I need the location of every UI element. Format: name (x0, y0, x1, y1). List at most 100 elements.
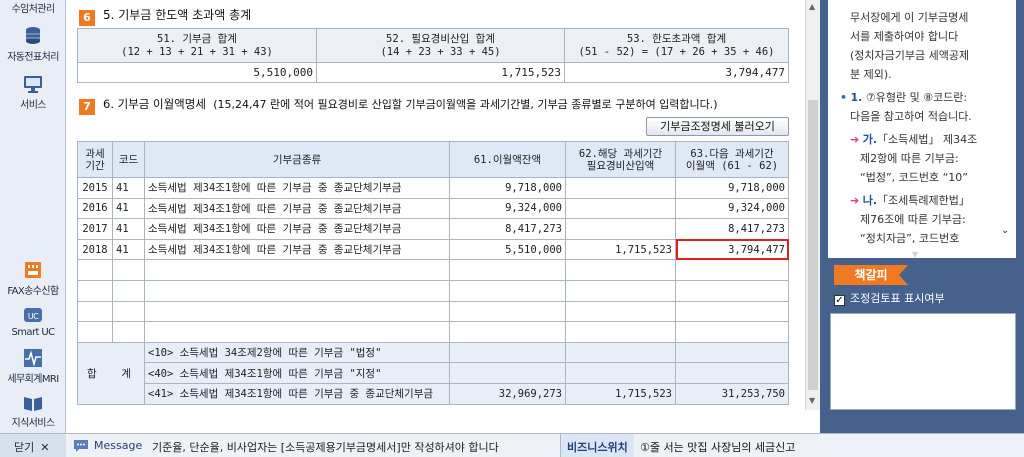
scroll-down-icon[interactable]: ▼ (809, 396, 815, 405)
section6-title-text: 6. 기부금 이월액명세 (103, 97, 206, 111)
total-label-char: 합 (87, 367, 101, 380)
carryover-cell-selected[interactable]: 3,794,477 (675, 238, 789, 261)
toolbar-item-service[interactable]: 서비스 (0, 74, 66, 111)
empty-cell[interactable] (565, 300, 676, 323)
section6-note: (15,24,47 란에 적어 필요경비로 산입할 기부금이월액을 과세기간별,… (213, 98, 718, 111)
arrow-icon: ➜ (850, 194, 860, 207)
help-line: 무서장에게 이 기부금명세 (850, 11, 969, 24)
empty-cell[interactable] (449, 300, 566, 323)
status-bar: Message 기준율, 단순율, 비사업자는 [소득공제용기부금명세서]만 작… (66, 433, 1024, 457)
empty-row (77, 259, 789, 281)
kind-cell[interactable]: 소득세법 제34조1항에 따른 기부금 중 종교단체기부금 (144, 197, 450, 220)
toolbar-item-tax-mri[interactable]: 세무회계MRI (0, 348, 66, 385)
main-scrollbar[interactable]: ▲ ▼ (805, 0, 820, 410)
main-form: 6 5. 기부금 한도액 초과액 총계 51. 기부금 합계 (12 + 13 + … (67, 0, 807, 433)
empty-cell[interactable] (77, 300, 113, 323)
empty-cell[interactable] (675, 321, 789, 343)
help-line: “정치자금”, 코드번호 (860, 232, 960, 245)
balance-cell[interactable]: 5,510,000 (449, 238, 566, 261)
code-cell[interactable]: 41 (112, 177, 145, 199)
deduction-cell[interactable] (565, 197, 676, 220)
uc-icon: UC (24, 308, 42, 322)
scrollbar-thumb[interactable] (808, 100, 818, 390)
empty-row (77, 300, 789, 323)
empty-cell[interactable] (144, 279, 450, 302)
empty-cell[interactable] (675, 259, 789, 281)
empty-cell[interactable] (77, 279, 113, 302)
business-switch-label[interactable]: 비즈니스위치 (560, 434, 634, 457)
total-kind-cell: <41> 소득세법 제34조1항에 따른 기부금 중 종교단체기부금 (144, 382, 450, 405)
header-line: 과세 (85, 147, 105, 160)
empty-cell[interactable] (449, 321, 566, 343)
load-donation-adjustment-button[interactable]: 기부금조정명세 불러오기 (646, 117, 789, 136)
empty-cell[interactable] (77, 321, 113, 343)
table-row: 2015 41 소득세법 제34조1항에 따른 기부금 중 종교단체기부금 9,… (77, 177, 789, 199)
kind-cell[interactable]: 소득세법 제34조1항에 따른 기부금 중 종교단체기부금 (144, 177, 450, 199)
kind-cell[interactable]: 소득세법 제34조1항에 따른 기부금 중 종교단체기부금 (144, 218, 450, 240)
total-excess-cell[interactable]: 3,794,477 (564, 62, 789, 83)
checkbox-checked[interactable]: ✓ (834, 295, 845, 306)
balance-cell[interactable]: 9,324,000 (449, 197, 566, 220)
toolbar-item-knowledge[interactable]: 지식서비스 (0, 394, 66, 429)
section5-title: 6 5. 기부금 한도액 초과액 총계 (79, 6, 251, 26)
toolbar-item-fax[interactable]: FAX송수신함 (0, 260, 66, 297)
help-scroll-chevron-icon[interactable]: ⌄ (1001, 225, 1009, 236)
total-kind-cell: <10> 소득세법 34조제2항에 따른 기부금 "법정" (144, 341, 450, 364)
kind-cell[interactable]: 소득세법 제34조1항에 따른 기부금 중 종교단체기부금 (144, 238, 450, 261)
code-cell[interactable]: 41 (112, 238, 145, 261)
empty-cell[interactable] (675, 279, 789, 302)
toolbar-item-label: FAX송수신함 (7, 286, 59, 297)
empty-cell[interactable] (144, 259, 450, 281)
close-panel-button[interactable]: 닫기 ✕ (0, 433, 66, 457)
message-bubble-icon (74, 440, 88, 452)
empty-cell[interactable] (112, 321, 145, 343)
toolbar-item-label: 수임처관리 (11, 4, 55, 15)
news-ticker-link[interactable]: ①줄 서는 맛집 사장님의 세금신고 (640, 439, 795, 455)
year-cell[interactable]: 2015 (77, 177, 113, 199)
total-deduction-cell[interactable]: 1,715,523 (316, 62, 565, 83)
help-sub-mark: 가. (862, 133, 878, 146)
code-cell[interactable]: 41 (112, 218, 145, 240)
year-cell[interactable]: 2017 (77, 218, 113, 240)
help-line: 제2항에 따른 기부금: (860, 152, 959, 165)
bookmark-tab[interactable]: 책갈피 (834, 265, 908, 285)
empty-cell[interactable] (565, 259, 676, 281)
empty-cell[interactable] (112, 300, 145, 323)
carryover-cell[interactable]: 9,324,000 (675, 197, 789, 220)
empty-cell[interactable] (144, 300, 450, 323)
deduction-cell[interactable] (565, 218, 676, 240)
empty-cell[interactable] (77, 259, 113, 281)
toolbar-item-auto-journal[interactable]: 자동전표처리 (0, 26, 66, 63)
toolbar-item-client-manage[interactable]: 수임처관리 (0, 0, 66, 15)
header-line: 필요경비산입액 (586, 159, 655, 172)
empty-cell[interactable] (675, 300, 789, 323)
total-row: <40> 소득세법 제34조1항에 따른 기부금 "지정" (78, 362, 789, 384)
code-cell[interactable]: 41 (112, 197, 145, 220)
empty-cell[interactable] (449, 279, 566, 302)
balance-cell[interactable]: 9,718,000 (449, 177, 566, 199)
empty-cell[interactable] (565, 321, 676, 343)
help-sub-mark: 나. (862, 194, 878, 207)
year-cell[interactable]: 2016 (77, 197, 113, 220)
carryover-cell[interactable]: 9,718,000 (675, 177, 789, 199)
empty-cell[interactable] (112, 279, 145, 302)
empty-cell[interactable] (144, 321, 450, 343)
year-cell[interactable]: 2018 (77, 238, 113, 261)
deduction-cell[interactable] (565, 177, 676, 199)
total-donation-cell[interactable]: 5,510,000 (77, 62, 317, 83)
review-table-toggle[interactable]: ✓ 조정검토표 표시여부 (834, 290, 945, 306)
empty-cell[interactable] (565, 279, 676, 302)
deduction-cell[interactable]: 1,715,523 (565, 238, 676, 261)
col51-header: 51. 기부금 합계 (12 + 13 + 21 + 31 + 43) (77, 28, 317, 63)
header-line: 52. 필요경비산입 합계 (386, 32, 495, 45)
toolbar-item-smart-uc[interactable]: UC Smart UC (0, 307, 66, 338)
table-row: 2016 41 소득세법 제34조1항에 따른 기부금 중 종교단체기부금 9,… (77, 197, 789, 220)
scroll-up-icon[interactable]: ▲ (809, 2, 815, 11)
carryover-cell[interactable]: 8,417,273 (675, 218, 789, 240)
balance-cell[interactable]: 8,417,273 (449, 218, 566, 240)
empty-cell[interactable] (112, 259, 145, 281)
bookmark-notes-area[interactable] (830, 313, 1016, 410)
total-deduction-cell: 1,715,523 (565, 382, 676, 405)
empty-cell[interactable] (449, 259, 566, 281)
collapse-arrow-icon[interactable]: ▼ (912, 250, 918, 259)
